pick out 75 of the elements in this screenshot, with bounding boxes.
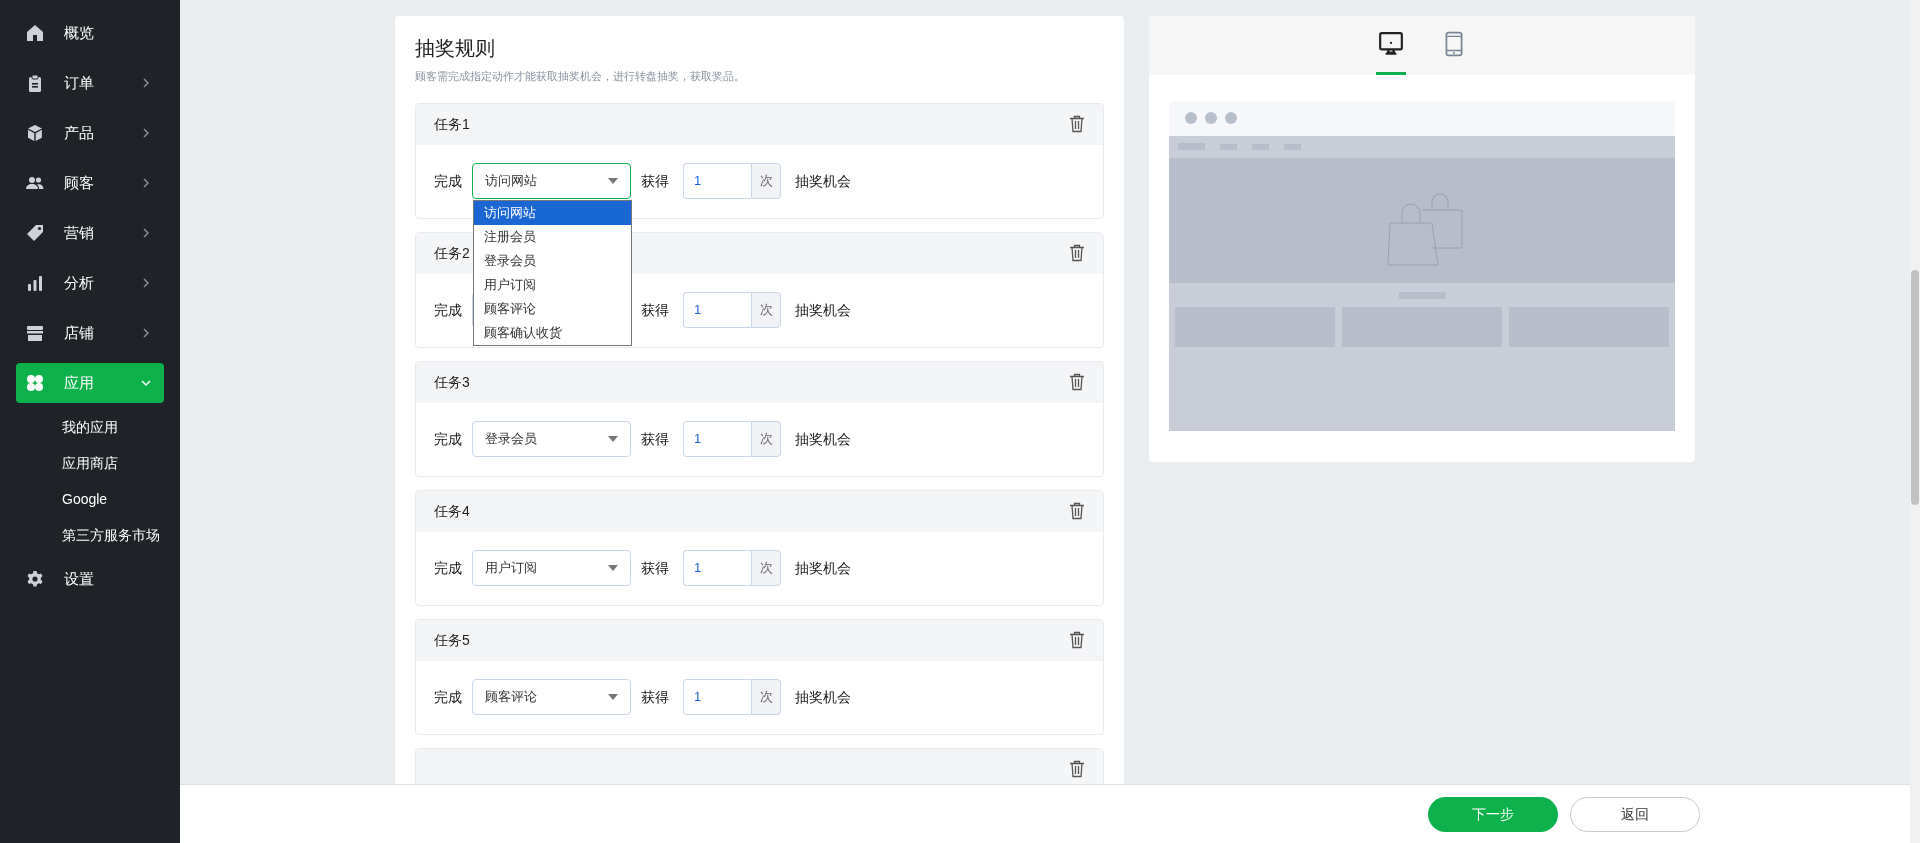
trash-icon[interactable] [1069, 115, 1085, 133]
bar-chart-icon [26, 274, 44, 292]
suffix-label: 抽奖机会 [795, 687, 851, 707]
sidebar-subitem[interactable]: 第三方服务市场 [0, 517, 160, 553]
trash-icon[interactable] [1069, 760, 1085, 778]
trash-icon[interactable] [1069, 244, 1085, 262]
suffix-label: 抽奖机会 [795, 558, 851, 578]
get-label: 获得 [641, 300, 669, 320]
sidebar-subitem[interactable]: 应用商店 [0, 445, 118, 481]
get-label: 获得 [641, 558, 669, 578]
dropdown-option[interactable]: 访问网站 [474, 201, 631, 225]
back-button[interactable]: 返回 [1570, 796, 1700, 832]
count-input[interactable]: 1 [683, 421, 751, 457]
trash-icon[interactable] [1069, 502, 1085, 520]
caret-icon [608, 565, 618, 571]
apps-icon [26, 374, 44, 392]
store-icon [26, 324, 44, 342]
complete-label: 完成 [434, 171, 462, 191]
sidebar-subitem[interactable]: Google [0, 481, 108, 517]
unit-addon: 次 [751, 550, 781, 586]
sidebar-item[interactable]: 概览 [16, 13, 164, 53]
caret-icon [608, 694, 618, 700]
task-title: 任务3 [434, 372, 470, 392]
task-title: 任务5 [434, 630, 470, 650]
dropdown-option[interactable]: 顾客评论 [474, 297, 631, 321]
caret-icon [608, 436, 618, 442]
unit-addon: 次 [751, 679, 781, 715]
section-description: 顾客需完成指定动作才能获取抽奖机会，进行转盘抽奖，获取奖品。 [415, 69, 746, 84]
action-select[interactable]: 用户订阅 [472, 550, 631, 586]
gear-icon [26, 570, 44, 588]
count-input[interactable]: 1 [683, 679, 751, 715]
complete-label: 完成 [434, 558, 462, 578]
trash-icon[interactable] [1069, 631, 1085, 649]
complete-label: 完成 [434, 429, 462, 449]
home-icon [26, 24, 44, 42]
task-title: 任务1 [434, 114, 470, 134]
sidebar-item[interactable]: 顾客 [16, 163, 164, 203]
dropdown-option[interactable]: 登录会员 [474, 249, 631, 273]
unit-addon: 次 [751, 292, 781, 328]
complete-label: 完成 [434, 687, 462, 707]
unit-addon: 次 [751, 163, 781, 199]
count-input[interactable]: 1 [683, 163, 751, 199]
desktop-icon [1377, 31, 1404, 57]
task-title: 任务4 [434, 501, 470, 521]
sidebar-item[interactable]: 设置 [16, 559, 164, 599]
cube-icon [26, 124, 44, 142]
get-label: 获得 [641, 429, 669, 449]
sidebar-item[interactable]: 营销 [16, 213, 164, 253]
sidebar-item[interactable]: 订单 [16, 63, 164, 103]
clipboard-icon [26, 74, 44, 92]
scrollbar-thumb[interactable] [1911, 270, 1919, 505]
section-title: 抽奖规则 [415, 36, 496, 60]
sidebar-item[interactable]: 店铺 [16, 313, 164, 353]
dropdown-option[interactable]: 顾客确认收货 [474, 321, 631, 345]
task-title: 任务2 [434, 243, 470, 263]
count-input[interactable]: 1 [683, 550, 751, 586]
tag-icon [26, 224, 44, 242]
suffix-label: 抽奖机会 [795, 429, 851, 449]
sidebar-subitem[interactable]: 我的应用 [0, 409, 118, 445]
people-icon [26, 174, 44, 192]
suffix-label: 抽奖机会 [795, 171, 851, 191]
complete-label: 完成 [434, 300, 462, 320]
trash-icon[interactable] [1069, 373, 1085, 391]
get-label: 获得 [641, 171, 669, 191]
sidebar-item[interactable]: 产品 [16, 113, 164, 153]
dropdown-option[interactable]: 注册会员 [474, 225, 631, 249]
caret-icon [608, 178, 618, 184]
suffix-label: 抽奖机会 [795, 300, 851, 320]
sidebar-item[interactable]: 分析 [16, 263, 164, 303]
action-select[interactable]: 登录会员 [472, 421, 631, 457]
action-select[interactable]: 顾客评论 [472, 679, 631, 715]
get-label: 获得 [641, 687, 669, 707]
unit-addon: 次 [751, 421, 781, 457]
count-input[interactable]: 1 [683, 292, 751, 328]
dropdown-option[interactable]: 用户订阅 [474, 273, 631, 297]
